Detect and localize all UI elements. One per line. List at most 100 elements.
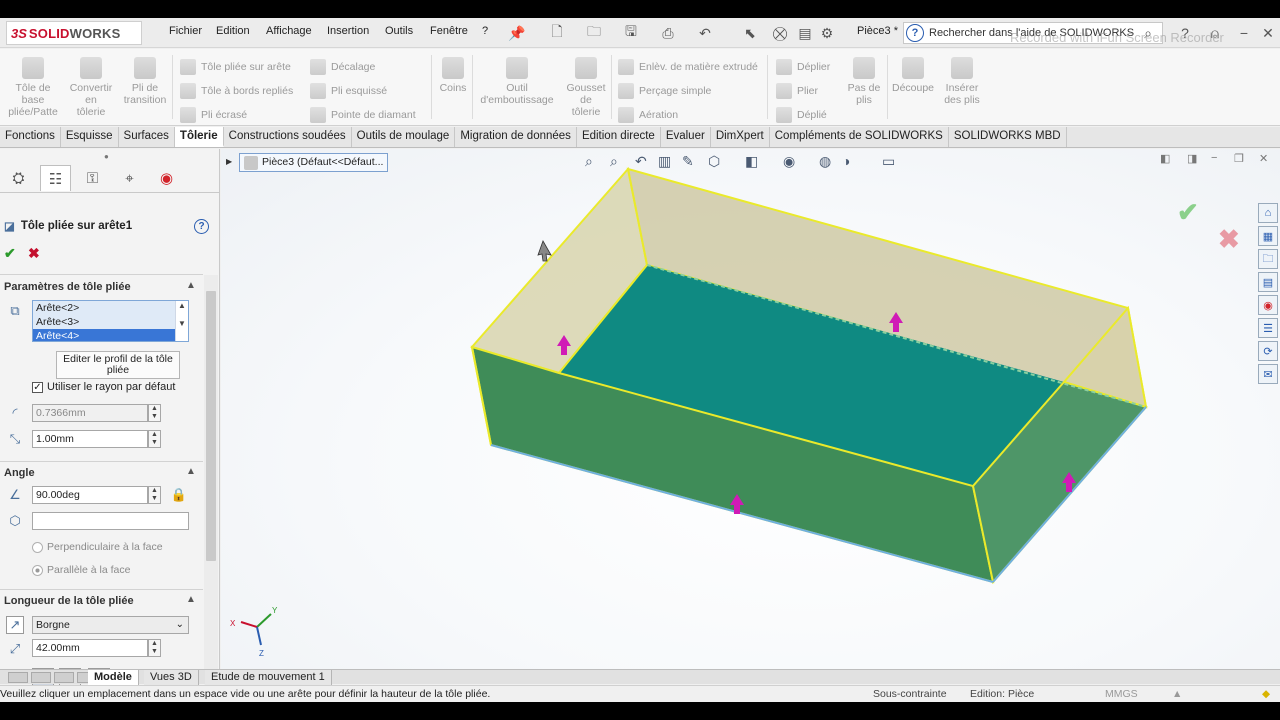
end-condition-select[interactable]: Borgne ⌄ bbox=[32, 616, 189, 634]
select-arrow-icon[interactable]: ⬉ bbox=[740, 23, 760, 43]
base-flange-button[interactable]: Tôle de base pliée/Patte bbox=[3, 57, 63, 118]
login-icon[interactable]: ⍝ bbox=[1205, 23, 1225, 43]
tab-outils-de-moulage[interactable]: Outils de moulage bbox=[352, 127, 456, 147]
dimxpert-manager-tab-icon[interactable]: ⌖ bbox=[114, 165, 145, 191]
listbox-scrollbar[interactable]: ▲ ▼ bbox=[175, 301, 188, 341]
tab-complements[interactable]: Compléments de SOLIDWORKS bbox=[770, 127, 949, 147]
bend-radius-spinner[interactable]: ▲ ▼ bbox=[148, 404, 161, 422]
cancel-x-icon[interactable]: ✖ bbox=[28, 245, 40, 262]
feature-manager-tab-icon[interactable]: ⛭ bbox=[3, 165, 34, 191]
tab-tolerie[interactable]: Tôlerie bbox=[174, 127, 224, 147]
lock-icon[interactable]: 🔒 bbox=[170, 486, 188, 504]
cross-break-button[interactable]: Pointe de diamant bbox=[310, 107, 416, 123]
print-icon[interactable]: ⎙ bbox=[658, 23, 678, 43]
scrollbar-thumb[interactable] bbox=[206, 291, 216, 561]
edges-listbox[interactable]: Arête<2> Arête<3> Arête<4> ▲ ▼ bbox=[32, 300, 189, 342]
parallel-to-face-radio[interactable]: Parallèle à la face bbox=[32, 564, 130, 576]
list-item[interactable]: Arête<4> bbox=[33, 329, 188, 341]
tab-edition-directe[interactable]: Edition directe bbox=[577, 127, 661, 147]
flange-angle-field[interactable]: 90.00deg bbox=[32, 486, 148, 504]
gap-distance-field[interactable]: 1.00mm bbox=[32, 430, 148, 448]
simple-hole-button[interactable]: Perçage simple bbox=[618, 83, 711, 99]
flange-angle-spinner[interactable]: ▲ ▼ bbox=[148, 486, 161, 504]
bend-radius-field[interactable]: 0.7366mm bbox=[32, 404, 148, 422]
flange-length-field[interactable]: 42.00mm bbox=[32, 639, 148, 657]
flange-length-spinner[interactable]: ▲ ▼ bbox=[148, 639, 161, 657]
extruded-cut-button[interactable]: Enlèv. de matière extrudé bbox=[618, 59, 758, 75]
lofted-bend-button[interactable]: Pli de transition bbox=[115, 57, 175, 106]
tab-dimxpert[interactable]: DimXpert bbox=[711, 127, 770, 147]
corners-button[interactable]: Coins bbox=[423, 57, 483, 94]
list-item[interactable]: Arête<3> bbox=[33, 315, 188, 329]
rebuild-icon[interactable]: ⛒ bbox=[770, 23, 790, 43]
insert-bends-button[interactable]: Insérer des plis bbox=[932, 57, 992, 106]
face-reference-field[interactable] bbox=[32, 512, 189, 530]
hem-button[interactable]: Tôle à bords repliés bbox=[180, 83, 293, 99]
options-gear-icon[interactable]: ⚙ bbox=[817, 23, 837, 43]
unfold-button[interactable]: Déplier bbox=[776, 59, 830, 75]
pin-icon[interactable]: 📌 bbox=[507, 23, 527, 43]
tab-etude-de-mouvement[interactable]: Etude de mouvement 1 bbox=[205, 670, 332, 685]
edge-flange-button[interactable]: Tôle pliée sur arête bbox=[180, 59, 291, 75]
tab-migration-de-donnees[interactable]: Migration de données bbox=[455, 127, 577, 147]
menu-fichier[interactable]: Fichier bbox=[169, 25, 202, 37]
graphics-viewport[interactable]: ▶ Pièce3 (Défaut<<Défaut... ⌕ ⌕ ↶ ▥ ✎ ⬡ … bbox=[221, 149, 1280, 669]
jog-button[interactable]: Décalage bbox=[310, 59, 375, 75]
save-icon[interactable]: 🖫 bbox=[621, 23, 641, 43]
perpendicular-to-face-radio[interactable]: Perpendiculaire à la face bbox=[32, 541, 163, 553]
help-icon[interactable]: ? bbox=[1175, 23, 1195, 43]
tab-modele[interactable]: Modèle bbox=[88, 670, 139, 685]
tag-icon[interactable]: ◆ bbox=[1262, 686, 1270, 702]
vent-button[interactable]: Aération bbox=[618, 107, 678, 123]
tab-constructions-soudees[interactable]: Constructions soudées bbox=[224, 127, 352, 147]
minimize-icon[interactable]: − bbox=[1234, 23, 1254, 43]
configuration-manager-tab-icon[interactable]: ⚿ bbox=[77, 165, 108, 191]
new-document-icon[interactable]: 🗋 bbox=[547, 23, 567, 43]
lofted-bend-icon bbox=[134, 57, 156, 79]
undo-icon[interactable]: ↶ bbox=[695, 23, 715, 43]
sketched-bend-button[interactable]: Pli esquissé bbox=[310, 83, 387, 99]
menu-help[interactable]: ? bbox=[482, 25, 488, 37]
tab-surfaces[interactable]: Surfaces bbox=[119, 127, 175, 147]
menu-edition[interactable]: Edition bbox=[216, 25, 250, 37]
search-icon[interactable]: ⌕ bbox=[1138, 23, 1158, 43]
solidworks-logo[interactable]: 3S SOLIDWORKS bbox=[6, 21, 142, 45]
help-search-input[interactable]: ? Rechercher dans l'aide de SOLIDWORKS bbox=[903, 22, 1163, 44]
panel-scrollbar[interactable] bbox=[204, 275, 218, 685]
fold-button[interactable]: Plier bbox=[776, 83, 818, 99]
edit-flange-profile-button[interactable]: Editer le profil de la tôle pliée bbox=[56, 351, 180, 379]
close-window-icon[interactable]: ✕ bbox=[1258, 23, 1278, 43]
use-default-radius-checkbox[interactable]: ✓ Utiliser le rayon par défaut bbox=[32, 381, 175, 393]
ok-check-icon[interactable]: ✔ bbox=[4, 245, 16, 262]
sheet-metal-gusset-button[interactable]: Gousset de tôlerie bbox=[556, 57, 616, 118]
tab-esquisse[interactable]: Esquisse bbox=[61, 127, 119, 147]
sheet-metal-model[interactable]: Y X Z bbox=[221, 149, 1280, 669]
reverse-direction-icon[interactable]: ↗ bbox=[6, 616, 24, 634]
units-chevron-icon[interactable]: ▲ bbox=[1172, 686, 1182, 702]
miter-flange-button[interactable]: Pli écrasé bbox=[180, 107, 247, 123]
collapse-chevron-icon[interactable]: ▲ bbox=[186, 594, 196, 605]
property-manager-tab-icon[interactable]: ☷ bbox=[40, 165, 71, 191]
gap-distance-spinner[interactable]: ▲ ▼ bbox=[148, 430, 161, 448]
panel-grip-icon[interactable]: ● bbox=[104, 152, 109, 161]
collapse-chevron-icon[interactable]: ▲ bbox=[186, 466, 196, 477]
forming-tool-button[interactable]: Outil d'emboutissage bbox=[479, 57, 555, 106]
tab-fonctions[interactable]: Fonctions bbox=[0, 127, 61, 147]
menu-fenetre[interactable]: Fenêtre bbox=[430, 25, 468, 37]
menu-insertion[interactable]: Insertion bbox=[327, 25, 369, 37]
tab-vues-3d[interactable]: Vues 3D bbox=[144, 670, 199, 685]
open-icon[interactable]: 🗀 bbox=[584, 23, 604, 43]
menu-outils[interactable]: Outils bbox=[385, 25, 413, 37]
base-flange-icon bbox=[22, 57, 44, 79]
feature-help-icon[interactable]: ? bbox=[194, 219, 209, 234]
tab-evaluer[interactable]: Evaluer bbox=[661, 127, 711, 147]
display-manager-tab-icon[interactable]: ◉ bbox=[151, 165, 182, 191]
units-selector[interactable]: MMGS bbox=[1105, 686, 1138, 702]
tab-solidworks-mbd[interactable]: SOLIDWORKS MBD bbox=[949, 127, 1067, 147]
flatten-button[interactable]: Déplié bbox=[776, 107, 827, 123]
collapse-chevron-icon[interactable]: ▲ bbox=[186, 280, 196, 291]
convert-to-sheet-metal-button[interactable]: Convertir en tôlerie bbox=[61, 57, 121, 118]
list-item[interactable]: Arête<2> bbox=[33, 301, 188, 315]
file-properties-icon[interactable]: ▤ bbox=[795, 23, 815, 43]
menu-affichage[interactable]: Affichage bbox=[266, 25, 312, 37]
